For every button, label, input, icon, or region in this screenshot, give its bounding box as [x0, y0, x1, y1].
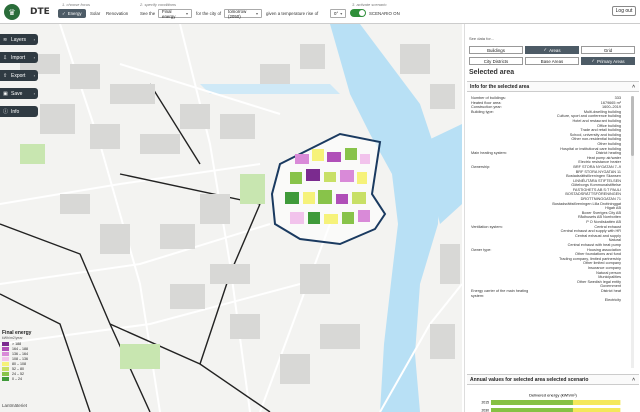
export-icon: ⇧: [3, 72, 8, 79]
legend-swatch: [2, 351, 9, 356]
chevron-right-icon: ›: [33, 73, 35, 78]
info-row: Energy carrier of the main heating syste…: [471, 289, 621, 298]
legend-row: 0 – 24: [2, 376, 50, 381]
tab-base-areas[interactable]: Base Areas: [525, 57, 579, 65]
see-label: See the: [140, 11, 156, 16]
info-key: [471, 192, 531, 201]
measure-select[interactable]: Final energy ▾: [158, 9, 192, 19]
menu-layers-button[interactable]: ≋ Layers ›: [0, 34, 38, 45]
tab-primary-areas[interactable]: ✓ Primary Areas: [581, 57, 635, 65]
tab-city-districts[interactable]: City Districts: [469, 57, 523, 65]
menu-import-button[interactable]: ⇩ Import ›: [0, 52, 38, 63]
chevron-down-icon: ▾: [185, 11, 188, 16]
legend-label: 136 – 164: [12, 351, 28, 356]
legend-label: 52 – 80: [12, 366, 24, 371]
right-panel: See data for... Buildings ✓ Areas Grid Ci…: [464, 24, 640, 412]
focus-renovation-button[interactable]: Renovation: [102, 9, 132, 18]
legend-swatch: [2, 361, 9, 366]
legend-swatch: [2, 341, 9, 346]
legend-label: 164 – 188: [12, 346, 28, 351]
info-value: Electricity: [604, 298, 621, 303]
legend-unit: kWh/m2/year: [2, 336, 23, 340]
focus-energy-button[interactable]: ✓ Energy: [58, 9, 86, 18]
legend-label: 0 – 24: [12, 376, 22, 381]
layers-icon: ≋: [3, 36, 8, 43]
legend-label: 108 – 136: [12, 356, 28, 361]
legend-swatch: [2, 346, 9, 351]
area-info-list: Number of buildings: 333 Heated floor area…: [471, 96, 621, 368]
energy-legend: Final energy kWh/m2/year > 188 164 – 188 1…: [2, 330, 50, 381]
legend-swatch: [2, 376, 9, 381]
legend-swatch: [2, 366, 9, 371]
panel-hint: See data for...: [469, 36, 494, 41]
menu-save-button[interactable]: ▣ Save ›: [0, 88, 38, 99]
chart-bar: [491, 400, 573, 405]
scenario-toggle[interactable]: [350, 9, 366, 17]
check-icon: ✓: [591, 58, 596, 63]
scenario-label: SCENARIO ON: [369, 11, 400, 16]
chevron-up-icon: ˄: [632, 83, 635, 90]
info-row: Electricity: [471, 298, 621, 303]
selected-area-outline: [270, 132, 387, 246]
city-logo: ♛: [4, 4, 20, 20]
temperature-select[interactable]: 0° ▾: [330, 9, 346, 18]
scrollbar-thumb[interactable]: [631, 96, 634, 156]
chart-category-label: 2015: [481, 401, 489, 405]
info-icon: ⓘ: [3, 109, 9, 115]
tab-grid[interactable]: Grid: [581, 46, 635, 54]
step-choose-focus: 1. choose focus: [62, 2, 91, 7]
legend-label: 24 – 52: [12, 371, 24, 376]
canal-water: [200, 84, 340, 94]
info-value: District heat: [600, 288, 621, 293]
step-activate-scenario: 3. activate scenario: [352, 2, 387, 7]
annual-accordion-header[interactable]: Annual values for selected area selected…: [467, 374, 639, 385]
chevron-right-icon: ›: [33, 91, 35, 96]
info-value: BOSTADSRÄTTSFÖRENINGEN DROTTNINGGATAN 71: [565, 192, 621, 202]
menu-info-button[interactable]: ⓘ Info: [0, 106, 38, 117]
chevron-right-icon: ›: [33, 55, 35, 60]
chart-title: Delivered energy (kWh/m²): [529, 393, 577, 398]
info-key: Energy carrier of the main heating syste…: [471, 288, 529, 298]
map-credit: Lantmäteriet: [2, 403, 28, 408]
temp-label: given a temperature rise of: [266, 11, 319, 16]
chevron-down-icon: ▾: [340, 11, 343, 16]
chevron-down-icon: ▾: [255, 11, 258, 16]
legend-rows: > 188 164 – 188 136 – 164 108 – 136 80 – 108…: [2, 341, 50, 381]
info-key: [471, 298, 531, 303]
menu-export-button[interactable]: ⇧ Export ›: [0, 70, 38, 81]
chart-category-label: 2030: [481, 409, 489, 412]
legend-swatch: [2, 371, 9, 376]
city-label: for the city of: [196, 11, 222, 16]
selected-area-title: Selected area: [469, 69, 515, 76]
info-scrollbar[interactable]: [631, 96, 634, 368]
legend-label: 80 – 108: [12, 361, 26, 366]
check-icon: ✓: [62, 10, 66, 16]
chart-bar: [491, 408, 573, 412]
tab-areas[interactable]: ✓ Areas: [525, 46, 579, 54]
info-accordion-header[interactable]: Info for the selected area ˄: [467, 81, 639, 92]
map-canvas[interactable]: [0, 24, 462, 412]
brand-title: DTE: [30, 7, 50, 17]
chevron-up-icon: ˄: [632, 376, 635, 383]
legend-label: > 188: [12, 341, 22, 346]
city-map[interactable]: ≋ Layers › ⇩ Import › ⇧ Export › ▣ Save …: [0, 24, 462, 412]
legend-swatch: [2, 356, 9, 361]
step-specify-conditions: 2. specify conditions: [140, 2, 177, 7]
import-icon: ⇩: [3, 54, 8, 61]
logout-button[interactable]: Log out: [612, 6, 636, 16]
check-icon: ✓: [543, 47, 548, 52]
annual-energy-chart: Delivered energy (kWh/m²)201520302040205…: [481, 393, 621, 412]
tab-buildings[interactable]: Buildings: [469, 46, 523, 54]
top-bar: ♛ DTE 1. choose focus ✓ Energy Solar Ren…: [0, 0, 640, 24]
info-row: BOSTADSRÄTTSFÖRENINGEN DROTTNINGGATAN 71: [471, 192, 621, 201]
chevron-right-icon: ›: [33, 37, 35, 42]
save-icon: ▣: [3, 90, 8, 97]
year-select[interactable]: tomorrow (2050) ▾: [224, 9, 262, 19]
